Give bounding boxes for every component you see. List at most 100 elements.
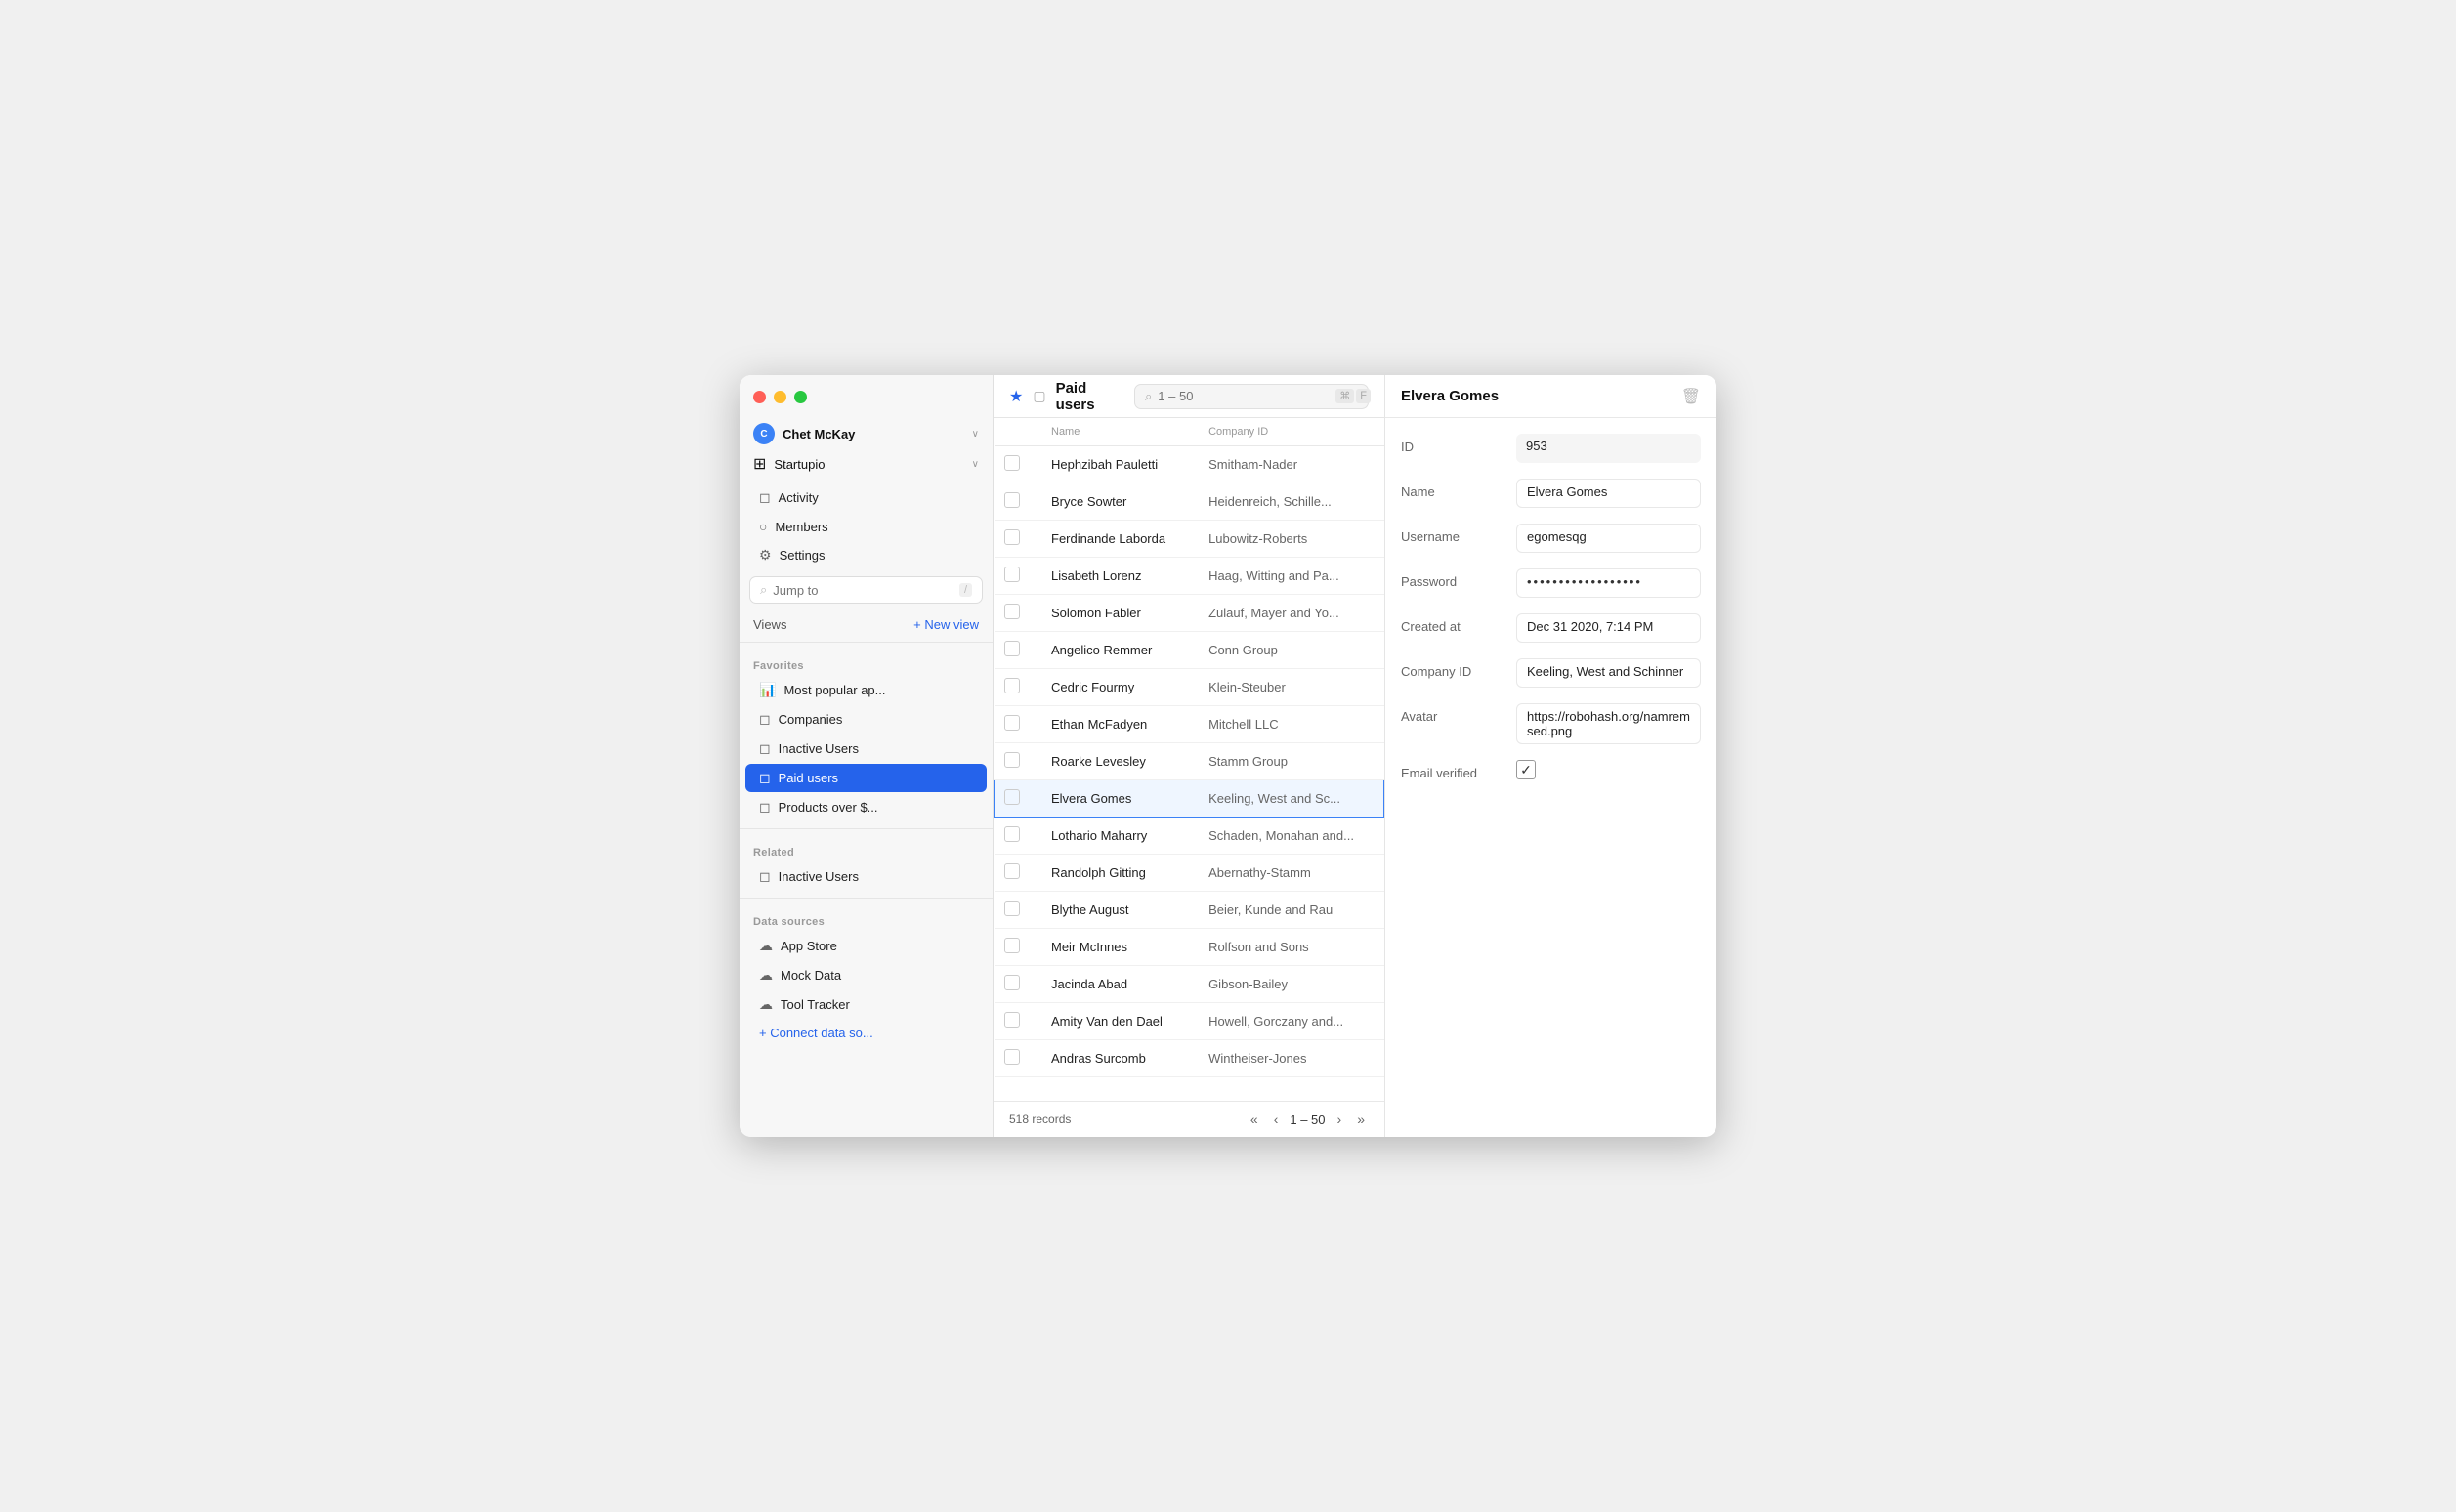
star-icon[interactable]: ★ <box>1009 387 1023 406</box>
table-icon: ◻ <box>759 740 771 757</box>
sidebar-item-app-store[interactable]: ☁ App Store <box>745 932 987 960</box>
detail-panel: Elvera Gomes 🗑 ID953NameElvera GomesUser… <box>1384 375 1716 1137</box>
row-name: Hephzibah Pauletti <box>1036 446 1193 483</box>
sidebar-item-label: App Store <box>781 939 837 953</box>
table-row[interactable]: Andras SurcombWintheiser-Jones <box>995 1040 1384 1077</box>
sidebar-item-paid-users[interactable]: ◻ Paid users <box>745 764 987 792</box>
detail-field-row: NameElvera Gomes <box>1385 471 1716 516</box>
delete-button[interactable]: 🗑 <box>1681 387 1701 406</box>
minimize-button[interactable] <box>774 391 786 403</box>
sidebar-item-mock-data[interactable]: ☁ Mock Data <box>745 961 987 989</box>
table-row[interactable]: Lisabeth LorenzHaag, Witting and Pa... <box>995 558 1384 595</box>
maximize-button[interactable] <box>794 391 807 403</box>
table-row[interactable]: Meir McInnesRolfson and Sons <box>995 929 1384 966</box>
main-header: ★ ▢ Paid users ⌕ ⌘ F <box>994 375 1384 418</box>
row-name: Randolph Gitting <box>1036 855 1193 892</box>
first-page-button[interactable]: « <box>1247 1110 1262 1129</box>
sidebar-item-most-popular[interactable]: 📊 Most popular ap... <box>745 676 987 704</box>
row-checkbox[interactable] <box>1004 975 1020 990</box>
row-checkbox[interactable] <box>1004 1049 1020 1065</box>
prev-page-button[interactable]: ‹ <box>1270 1110 1283 1129</box>
sidebar-item-label: Mock Data <box>781 968 841 983</box>
detail-field-label: Username <box>1401 524 1508 544</box>
row-name: Elvera Gomes <box>1036 780 1193 818</box>
table-row[interactable]: Ferdinande LabordaLubowitz-Roberts <box>995 521 1384 558</box>
sidebar-item-inactive-users-related[interactable]: ◻ Inactive Users <box>745 862 987 891</box>
row-checkbox[interactable] <box>1004 1012 1020 1028</box>
activity-icon: ◻ <box>759 489 771 506</box>
email-verified-checkbox[interactable]: ✓ <box>1516 760 1536 779</box>
search-keyboard-shortcut: ⌘ F <box>1335 389 1371 403</box>
detail-field-value: Elvera Gomes <box>1516 479 1701 508</box>
row-checkbox[interactable] <box>1004 752 1020 768</box>
row-checkbox[interactable] <box>1004 826 1020 842</box>
detail-field-label: ID <box>1401 434 1508 454</box>
sidebar-item-settings[interactable]: ⚙ Settings <box>745 541 987 569</box>
user-menu[interactable]: C Chet McKay ∨ <box>740 418 993 449</box>
search-bar[interactable]: ⌕ ⌘ F <box>1134 384 1369 409</box>
jump-to-container[interactable]: ⌕ / <box>749 576 983 604</box>
row-checkbox[interactable] <box>1004 529 1020 545</box>
row-name: Meir McInnes <box>1036 929 1193 966</box>
table-row[interactable]: Bryce SowterHeidenreich, Schille... <box>995 483 1384 521</box>
table-row[interactable]: Lothario MaharrySchaden, Monahan and... <box>995 818 1384 855</box>
table-row[interactable]: Angelico RemmerConn Group <box>995 632 1384 669</box>
table-row[interactable]: Hephzibah PaulettiSmitham-Nader <box>995 446 1384 483</box>
table-row[interactable]: Randolph GittingAbernathy-Stamm <box>995 855 1384 892</box>
view-type-icon: ▢ <box>1033 388 1045 404</box>
table-row[interactable]: Jacinda AbadGibson-Bailey <box>995 966 1384 1003</box>
table-row[interactable]: Amity Van den DaelHowell, Gorczany and..… <box>995 1003 1384 1040</box>
detail-field-row: Usernameegomesqg <box>1385 516 1716 561</box>
cloud-icon: ☁ <box>759 938 773 954</box>
search-input[interactable] <box>1158 389 1330 403</box>
sidebar-item-label: Activity <box>779 490 819 505</box>
row-company: Lubowitz-Roberts <box>1193 521 1383 558</box>
cloud-icon: ☁ <box>759 996 773 1013</box>
row-checkbox[interactable] <box>1004 492 1020 508</box>
table-row[interactable]: Cedric FourmyKlein-Steuber <box>995 669 1384 706</box>
org-menu[interactable]: ⊞ Startupio ∨ <box>740 449 993 483</box>
table-row[interactable]: Blythe AugustBeier, Kunde and Rau <box>995 892 1384 929</box>
detail-field-row: Email verified✓ <box>1385 752 1716 788</box>
table-row[interactable]: Roarke LevesleyStamm Group <box>995 743 1384 780</box>
sidebar-item-connect-data[interactable]: + Connect data so... <box>745 1020 987 1046</box>
new-view-button[interactable]: + New view <box>913 617 979 632</box>
table-row[interactable]: Ethan McFadyenMitchell LLC <box>995 706 1384 743</box>
row-checkbox[interactable] <box>1004 678 1020 693</box>
search-icon: ⌕ <box>1145 389 1152 404</box>
row-name: Jacinda Abad <box>1036 966 1193 1003</box>
chart-icon: 📊 <box>759 682 776 698</box>
row-checkbox[interactable] <box>1004 715 1020 731</box>
sidebar-item-members[interactable]: ○ Members <box>745 513 987 540</box>
checkbox-header <box>995 418 1037 446</box>
favorites-section-title: Favorites <box>740 649 993 676</box>
row-name: Ethan McFadyen <box>1036 706 1193 743</box>
sidebar-item-activity[interactable]: ◻ Activity <box>745 483 987 512</box>
row-checkbox[interactable] <box>1004 641 1020 656</box>
titlebar <box>740 375 994 418</box>
row-checkbox[interactable] <box>1004 604 1020 619</box>
table-row[interactable]: Elvera GomesKeeling, West and Sc... <box>995 780 1384 818</box>
sidebar-item-products-over[interactable]: ◻ Products over $... <box>745 793 987 821</box>
jump-to-input[interactable] <box>773 583 953 598</box>
next-page-button[interactable]: › <box>1334 1110 1346 1129</box>
sidebar-item-label: Settings <box>780 548 826 563</box>
detail-field-row: ID953 <box>1385 426 1716 471</box>
row-company: Stamm Group <box>1193 743 1383 780</box>
close-button[interactable] <box>753 391 766 403</box>
row-name: Andras Surcomb <box>1036 1040 1193 1077</box>
row-checkbox[interactable] <box>1004 455 1020 471</box>
sidebar-item-inactive-users[interactable]: ◻ Inactive Users <box>745 735 987 763</box>
last-page-button[interactable]: » <box>1353 1110 1369 1129</box>
row-checkbox[interactable] <box>1004 567 1020 582</box>
row-checkbox[interactable] <box>1004 901 1020 916</box>
table-footer: 518 records « ‹ 1 – 50 › » <box>994 1101 1384 1137</box>
row-company: Gibson-Bailey <box>1193 966 1383 1003</box>
row-checkbox[interactable] <box>1004 938 1020 953</box>
table-row[interactable]: Solomon FablerZulauf, Mayer and Yo... <box>995 595 1384 632</box>
row-checkbox[interactable] <box>1004 863 1020 879</box>
sidebar-item-companies[interactable]: ◻ Companies <box>745 705 987 734</box>
sidebar: C Chet McKay ∨ ⊞ Startupio ∨ ◻ Activity … <box>740 375 994 1137</box>
row-checkbox[interactable] <box>1004 789 1020 805</box>
sidebar-item-tool-tracker[interactable]: ☁ Tool Tracker <box>745 990 987 1019</box>
